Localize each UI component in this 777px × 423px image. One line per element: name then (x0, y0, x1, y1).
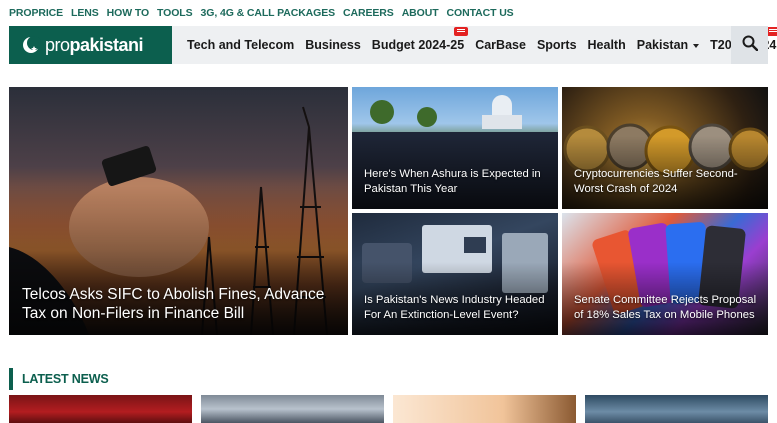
site-logo[interactable]: propakistani (9, 26, 172, 64)
top-link-careers[interactable]: CAREERS (343, 7, 394, 21)
nav-item-pakistan-label: Pakistan (636, 38, 689, 52)
top-link-packages[interactable]: 3G, 4G & CALL PACKAGES (201, 7, 336, 21)
crescent-logo-icon (21, 35, 41, 55)
main-navbar: propakistani Tech and Telecom Business B… (9, 26, 777, 64)
featured-main-title[interactable]: Telcos Asks SIFC to Abolish Fines, Advan… (22, 285, 342, 323)
top-link-contact-us[interactable]: CONTACT US (447, 7, 514, 21)
top-link-how-to[interactable]: HOW TO (107, 7, 149, 21)
featured-card[interactable]: Is Pakistan's News Industry Headed For A… (352, 213, 558, 335)
featured-card-title[interactable]: Here's When Ashura is Expected in Pakist… (364, 167, 550, 197)
nav-item-health[interactable]: Health (588, 38, 626, 52)
section-accent-bar (9, 368, 13, 390)
featured-card[interactable]: Senate Committee Rejects Proposal of 18%… (562, 213, 768, 335)
featured-main-card[interactable]: Telcos Asks SIFC to Abolish Fines, Advan… (9, 87, 348, 335)
top-link-about[interactable]: ABOUT (402, 7, 439, 21)
chevron-down-icon (693, 43, 700, 48)
latest-news-thumbnail[interactable] (201, 395, 384, 423)
featured-card-title[interactable]: Cryptocurrencies Suffer Second-Worst Cra… (574, 167, 760, 197)
nav-item-business[interactable]: Business (305, 38, 361, 52)
nav-item-budget-label: Budget 2024-25 (371, 38, 465, 52)
nav-item-carbase[interactable]: CarBase (475, 38, 526, 52)
featured-card-title[interactable]: Is Pakistan's News Industry Headed For A… (364, 293, 550, 323)
top-utility-links: PROPRICE LENS HOW TO TOOLS 3G, 4G & CALL… (9, 7, 522, 21)
top-link-proprice[interactable]: PROPRICE (9, 7, 63, 21)
featured-card[interactable]: Cryptocurrencies Suffer Second-Worst Cra… (562, 87, 768, 209)
nav-item-pakistan[interactable]: Pakistan (636, 38, 700, 52)
search-icon (742, 35, 758, 56)
logo-wordmark: propakistani (45, 34, 144, 55)
latest-news-title: LATEST NEWS (22, 372, 109, 386)
nav-item-sports[interactable]: Sports (537, 38, 577, 52)
latest-news-thumbnail[interactable] (393, 395, 576, 423)
nav-item-budget[interactable]: Budget 2024-25 (371, 27, 469, 52)
latest-news-header: LATEST NEWS (9, 368, 109, 390)
featured-card-title[interactable]: Senate Committee Rejects Proposal of 18%… (574, 293, 760, 323)
nav-menu: Tech and Telecom Business Budget 2024-25… (187, 26, 777, 64)
top-link-tools[interactable]: TOOLS (157, 7, 193, 21)
latest-news-thumbnail[interactable] (9, 395, 192, 423)
top-link-lens[interactable]: LENS (71, 7, 99, 21)
flag-badge-icon (454, 27, 469, 36)
latest-news-thumbnail[interactable] (585, 395, 768, 423)
nav-item-tech-and-telecom[interactable]: Tech and Telecom (187, 38, 294, 52)
search-button[interactable] (731, 26, 768, 64)
featured-card[interactable]: Here's When Ashura is Expected in Pakist… (352, 87, 558, 209)
